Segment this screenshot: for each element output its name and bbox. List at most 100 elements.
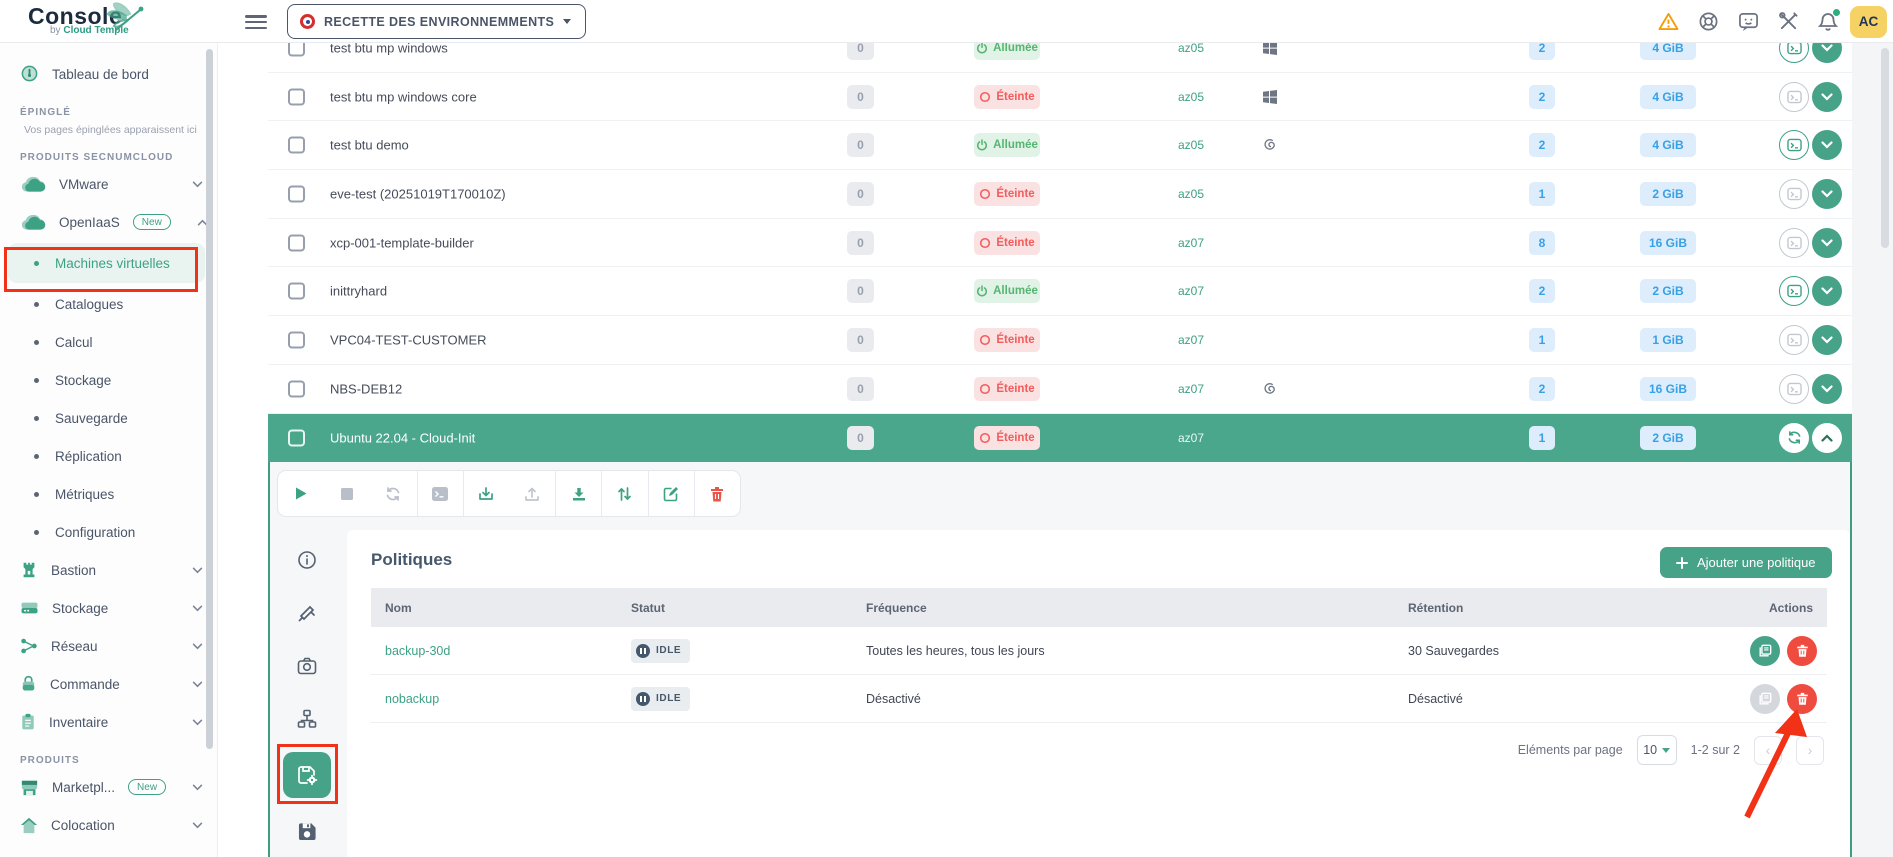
vm-name: VPC04-TEST-CUSTOMER [330, 332, 487, 347]
sidebar-item-commande[interactable]: Commande [0, 665, 217, 703]
edit-vm-button[interactable] [648, 471, 694, 516]
per-page-select[interactable]: 10 [1637, 735, 1677, 765]
sidebar-item-openiaas[interactable]: OpenIaaSNew [0, 203, 217, 241]
sidebar-item-colocation[interactable]: Colocation [0, 806, 217, 844]
vm-availability-zone: az07 [1161, 431, 1221, 445]
row-checkbox[interactable] [288, 185, 305, 202]
sidebar-subitem-r-plication[interactable]: Réplication [0, 437, 217, 475]
open-console-button[interactable] [1779, 130, 1809, 160]
sidebar-subitem-configuration[interactable]: Configuration [0, 513, 217, 551]
open-console-button[interactable] [1779, 374, 1809, 404]
open-console-button[interactable] [1779, 179, 1809, 209]
sidebar-scrollbar-thumb[interactable] [206, 49, 213, 749]
row-checkbox[interactable] [288, 234, 305, 251]
row-checkbox[interactable] [288, 331, 305, 348]
vm-table-row[interactable]: test btu mp windows core 0 Éteinte az05 … [268, 73, 1852, 122]
tab-backup-policies[interactable] [283, 752, 331, 798]
feedback-chat-button[interactable] [1728, 0, 1768, 43]
sidebar-subitem-sauvegarde[interactable]: Sauvegarde [0, 399, 217, 437]
row-checkbox[interactable] [288, 429, 305, 446]
row-checkbox[interactable] [288, 137, 305, 154]
delete-policy-button[interactable] [1787, 684, 1817, 714]
start-vm-button[interactable] [278, 471, 324, 516]
policies-title: Politiques [371, 550, 452, 570]
sidebar-item-dashboard[interactable]: Tableau de bord [0, 55, 217, 93]
run-backup-button[interactable] [1750, 636, 1780, 666]
import-vm-button[interactable] [463, 471, 509, 516]
export-vm-button[interactable] [509, 471, 555, 516]
sidebar-item-bastion[interactable]: Bastion [0, 551, 217, 589]
sidebar-item-stockage[interactable]: Stockage [0, 589, 217, 627]
tab-tags[interactable] [283, 593, 331, 633]
chevron-down-icon [192, 719, 203, 726]
vm-table-row[interactable]: test btu demo 0 Allumée az05 2 4 GiB [268, 121, 1852, 170]
user-avatar[interactable]: AC [1850, 6, 1887, 38]
tab-snapshots[interactable] [283, 646, 331, 686]
delete-vm-button[interactable] [694, 471, 740, 516]
expand-row-button[interactable] [1812, 325, 1842, 355]
hamburger-menu-button[interactable] [245, 12, 267, 30]
add-policy-button[interactable]: Ajouter une politique [1660, 547, 1832, 578]
vm-table-row[interactable]: xcp-001-template-builder 0 Éteinte az07 … [268, 219, 1852, 268]
sidebar-item-r-seau[interactable]: Réseau [0, 627, 217, 665]
sidebar-subitem-m-triques[interactable]: Métriques [0, 475, 217, 513]
console-vm-button[interactable] [417, 471, 463, 516]
chevron-down-icon [192, 567, 203, 574]
vm-table-row[interactable]: Ubuntu 22.04 - Cloud-Init 0 Éteinte az07… [268, 414, 1852, 463]
resize-vm-button[interactable] [601, 471, 647, 516]
open-console-button[interactable] [1779, 276, 1809, 306]
pagination-bar: Eléments par page 10 1-2 sur 2 ‹ › [1518, 735, 1824, 765]
row-checkbox[interactable] [288, 380, 305, 397]
tab-info[interactable] [283, 540, 331, 580]
help-lifebuoy-button[interactable] [1688, 0, 1728, 43]
sidebar-subitem-machines-virtuelles[interactable]: Machines virtuelles [8, 243, 205, 283]
vm-table-row[interactable]: VPC04-TEST-CUSTOMER 0 Éteinte az07 1 1 G… [268, 316, 1852, 365]
tab-backup-jobs[interactable] [283, 811, 331, 851]
power-on-icon [976, 139, 988, 151]
policy-name-link[interactable]: nobackup [385, 692, 439, 706]
page-scrollbar-thumb[interactable] [1881, 48, 1889, 248]
expand-row-button[interactable] [1812, 179, 1842, 209]
collapse-row-button[interactable] [1812, 423, 1842, 453]
expand-row-button[interactable] [1812, 228, 1842, 258]
stop-vm-button[interactable] [324, 471, 370, 516]
refresh-vm-button[interactable] [1779, 423, 1809, 453]
windows-os-icon [1262, 89, 1278, 105]
policy-name-link[interactable]: backup-30d [385, 644, 450, 658]
alerts-warning-button[interactable] [1648, 0, 1688, 43]
vm-status-badge: Éteinte [974, 328, 1040, 352]
notifications-bell-button[interactable] [1808, 0, 1848, 43]
expand-row-button[interactable] [1812, 276, 1842, 306]
sidebar-subitem-catalogues[interactable]: Catalogues [0, 285, 217, 323]
vm-ram-badge: 16 GiB [1640, 377, 1696, 401]
environment-selector[interactable]: RECETTE DES ENVIRONNEMMENTS [287, 4, 586, 39]
new-badge: New [128, 779, 166, 795]
network-icon [20, 637, 38, 655]
row-checkbox[interactable] [288, 283, 305, 300]
tab-network-topology[interactable] [283, 699, 331, 739]
sidebar-item-vmware[interactable]: VMware [0, 165, 217, 203]
tools-button[interactable] [1768, 0, 1808, 43]
sidebar-item-marketpl-[interactable]: Marketpl...New [0, 768, 217, 806]
sidebar-subitem-stockage[interactable]: Stockage [0, 361, 217, 399]
expand-row-button[interactable] [1812, 82, 1842, 112]
next-page-button[interactable]: › [1796, 736, 1824, 765]
row-checkbox[interactable] [288, 88, 305, 105]
download-vm-button[interactable] [555, 471, 601, 516]
expand-row-button[interactable] [1812, 130, 1842, 160]
run-backup-button[interactable] [1750, 684, 1780, 714]
delete-policy-button[interactable] [1787, 636, 1817, 666]
power-off-icon [979, 188, 991, 200]
sidebar-item-inventaire[interactable]: Inventaire [0, 703, 217, 741]
expand-row-button[interactable] [1812, 374, 1842, 404]
previous-page-button[interactable]: ‹ [1754, 736, 1782, 765]
vm-table-row[interactable]: eve-test (20251019T170010Z) 0 Éteinte az… [268, 170, 1852, 219]
policy-status-badge: IDLE [631, 687, 690, 711]
open-console-button[interactable] [1779, 82, 1809, 112]
sidebar-subitem-calcul[interactable]: Calcul [0, 323, 217, 361]
vm-table-row[interactable]: NBS-DEB12 0 Éteinte az07 2 16 GiB [268, 365, 1852, 414]
vm-table-row[interactable]: inittryhard 0 Allumée az07 2 2 GiB [268, 267, 1852, 316]
restart-vm-button[interactable] [370, 471, 416, 516]
open-console-button[interactable] [1779, 228, 1809, 258]
open-console-button[interactable] [1779, 325, 1809, 355]
